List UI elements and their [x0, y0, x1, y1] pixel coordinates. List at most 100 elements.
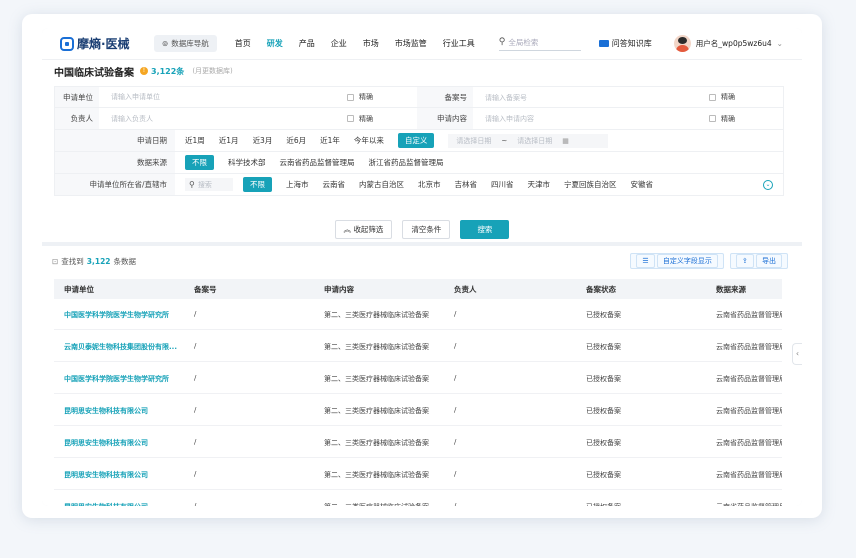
chevron-left-icon: ‹	[795, 349, 800, 358]
cell-applicant[interactable]: 昆明思安生物科技有限公司	[64, 502, 186, 506]
source-option-all[interactable]: 不限	[185, 155, 214, 170]
source-option-zhejiang[interactable]: 浙江省药品监督管理局	[369, 157, 444, 168]
cell-applicant[interactable]: 云南贝泰妮生物科技集团股份有限...	[64, 342, 186, 352]
source-option-most[interactable]: 科学技术部	[228, 157, 266, 168]
cell-applicant[interactable]: 昆明思安生物科技有限公司	[64, 406, 186, 416]
table-row[interactable]: 昆明思安生物科技有限公司 / 第二、三类医疗器械临床试验备案 / 已授权备案 云南省药品监…	[54, 491, 782, 506]
cell-status: 已授权备案	[586, 471, 621, 479]
source-option-yunnan[interactable]: 云南省药品监督管理局	[280, 157, 355, 168]
record-no-exact-checkbox[interactable]: 精确	[709, 92, 735, 102]
cell-status: 已授权备案	[586, 343, 621, 351]
table-row[interactable]: 云南贝泰妮生物科技集团股份有限... / 第二、三类医疗器械临床试验备案 / 已授权备案…	[54, 331, 782, 362]
date-range-picker[interactable]: 请选择日期 ~ 请选择日期 ▦	[448, 133, 609, 148]
col-applicant[interactable]: 申请单位	[64, 284, 94, 295]
col-source[interactable]: 数据来源	[716, 284, 782, 295]
col-record-no[interactable]: 备案号	[194, 284, 217, 295]
logo[interactable]: 摩熵·医械	[60, 35, 154, 52]
date-options: 近1周 近1月 近3月 近6月 近1年 今年以来 自定义	[185, 133, 448, 148]
content-exact-checkbox[interactable]: 精确	[709, 114, 735, 124]
clear-filter-button[interactable]: 清空条件	[402, 220, 451, 239]
region-option-tianjin[interactable]: 天津市	[528, 179, 551, 190]
col-status[interactable]: 备案状态	[586, 284, 616, 295]
cell-applicant[interactable]: 昆明思安生物科技有限公司	[64, 470, 186, 480]
table-row[interactable]: 中国医学科学院医学生物学研究所 / 第二、三类医疗器械临床试验备案 / 已授权备案 云南省…	[54, 363, 782, 394]
cell-applicant[interactable]: 中国医学科学院医学生物学研究所	[64, 310, 186, 320]
region-option-anhui[interactable]: 安徽省	[631, 179, 654, 190]
export-label: 导出	[756, 254, 782, 268]
cell-content: 第二、三类医疗器械临床试验备案	[324, 502, 448, 506]
table-row[interactable]: 昆明思安生物科技有限公司 / 第二、三类医疗器械临床试验备案 / 已授权备案 云南省药品监…	[54, 395, 782, 426]
cell-content: 第二、三类医疗器械临床试验备案	[324, 311, 429, 319]
date-option-1m[interactable]: 近1月	[219, 135, 239, 146]
app-window: 摩熵·医械 ⊚ 数据库导航 首页 研发 产品 企业 市场 市场监管 行业工具 ⚲…	[22, 14, 822, 518]
content-input[interactable]: 请输入申请内容	[485, 114, 534, 124]
region-option-yunnan[interactable]: 云南省	[323, 179, 346, 190]
cell-owner: /	[454, 502, 457, 506]
export-button[interactable]: ⇪ 导出	[729, 253, 788, 269]
nav-market[interactable]: 市场	[363, 38, 379, 49]
date-option-custom[interactable]: 自定义	[397, 133, 435, 148]
columns-icon: ☰	[636, 254, 655, 268]
content-label: 申请内容	[417, 108, 473, 129]
cell-source: 云南省药品监督管理局	[716, 407, 782, 415]
date-option-6m[interactable]: 近6月	[286, 135, 306, 146]
cell-source: 云南省药品监督管理局	[716, 439, 782, 447]
date-option-1y[interactable]: 近1年	[320, 135, 340, 146]
cell-status: 已授权备案	[586, 407, 621, 415]
owner-label: 负责人	[55, 108, 99, 129]
region-option-beijing[interactable]: 北京市	[418, 179, 441, 190]
date-option-3m[interactable]: 近3月	[253, 135, 273, 146]
side-collapse-tab[interactable]: ‹	[792, 343, 802, 365]
table-row[interactable]: 昆明思安生物科技有限公司 / 第二、三类医疗器械临床试验备案 / 已授权备案 云南省药品监…	[54, 427, 782, 458]
qa-knowledge-link[interactable]: 问答知识库	[598, 38, 652, 49]
cell-applicant[interactable]: 中国医学科学院医学生物学研究所	[64, 374, 186, 384]
collapse-filter-button[interactable]: ︽ 收起筛选	[334, 220, 393, 239]
date-option-1w[interactable]: 近1周	[185, 135, 205, 146]
owner-input[interactable]: 请输入负责人	[111, 114, 341, 124]
database-nav-button[interactable]: ⊚ 数据库导航	[154, 35, 217, 52]
user-menu[interactable]: 用户名_wp0p5wz6u4 ⌄	[673, 35, 783, 52]
applicant-input[interactable]: 请输入申请单位	[111, 92, 341, 102]
cell-content: 第二、三类医疗器械临床试验备案	[324, 439, 429, 447]
nav-industry-tools[interactable]: 行业工具	[443, 38, 475, 49]
nav-product[interactable]: 产品	[299, 38, 315, 49]
cell-record-no: /	[194, 470, 197, 478]
cell-record-no: /	[194, 374, 197, 382]
cell-record-no: /	[194, 438, 197, 446]
col-owner[interactable]: 负责人	[454, 284, 477, 295]
exact-label: 精确	[721, 114, 735, 123]
table-row[interactable]: 昆明思安生物科技有限公司 / 第二、三类医疗器械临床试验备案 / 已授权备案 云南省药品监…	[54, 459, 782, 490]
cell-applicant[interactable]: 昆明思安生物科技有限公司	[64, 438, 186, 448]
table-row[interactable]: 中国医学科学院医学生物学研究所 / 第二、三类医疗器械临床试验备案 / 已授权备案 云南省…	[54, 299, 782, 330]
cell-owner: /	[454, 406, 457, 414]
collapse-filter-label: 收起筛选	[353, 225, 384, 234]
results-suffix: 条数据	[113, 257, 137, 266]
cell-status: 已授权备案	[586, 439, 621, 447]
owner-exact-checkbox[interactable]: 精确	[347, 114, 373, 124]
col-content[interactable]: 申请内容	[324, 284, 354, 295]
qa-label: 问答知识库	[611, 39, 652, 48]
search-icon: ⚲	[189, 180, 195, 189]
global-search-input[interactable]: ⚲ 全局检索	[498, 37, 581, 51]
applicant-exact-checkbox[interactable]: 精确	[347, 92, 373, 102]
region-option-shanghai[interactable]: 上海市	[286, 179, 309, 190]
region-option-sichuan[interactable]: 四川省	[491, 179, 514, 190]
nav-research[interactable]: 研发	[267, 38, 283, 49]
nav-company[interactable]: 企业	[331, 38, 347, 49]
record-no-input[interactable]: 请输入备案号	[485, 93, 527, 103]
region-option-all[interactable]: 不限	[243, 177, 272, 192]
region-option-jilin[interactable]: 吉林省	[455, 179, 478, 190]
exact-label: 精确	[359, 93, 373, 101]
region-search-input[interactable]: ⚲ 搜索	[185, 178, 233, 191]
end-date-input[interactable]: 请选择日期	[517, 136, 552, 146]
search-button[interactable]: 搜索	[460, 220, 510, 239]
region-option-ningxia[interactable]: 宁夏回族自治区	[564, 179, 617, 190]
date-option-ytd[interactable]: 今年以来	[354, 135, 384, 146]
expand-regions-icon[interactable]: ⌄	[763, 179, 773, 190]
start-date-input[interactable]: 请选择日期	[456, 136, 491, 146]
nav-market-supervision[interactable]: 市场监管	[395, 38, 427, 49]
nav-home[interactable]: 首页	[235, 38, 251, 49]
custom-fields-button[interactable]: ☰ 自定义字段显示	[630, 253, 724, 269]
region-option-inner-mongolia[interactable]: 内蒙古自治区	[359, 179, 404, 190]
cell-content: 第二、三类医疗器械临床试验备案	[324, 375, 429, 383]
